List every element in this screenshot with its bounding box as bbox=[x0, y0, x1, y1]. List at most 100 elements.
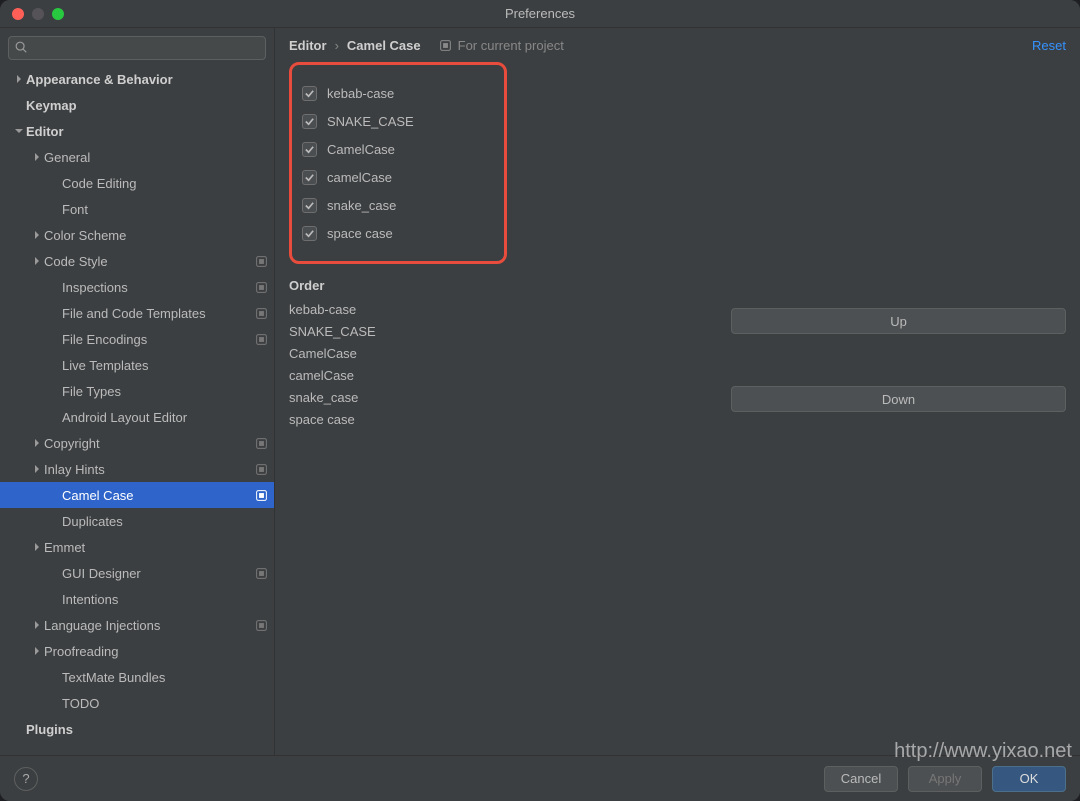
tree-arrow-icon bbox=[30, 647, 44, 655]
sidebar-item[interactable]: Proofreading bbox=[0, 638, 274, 664]
sidebar-item-label: Proofreading bbox=[44, 644, 268, 659]
sidebar: Appearance & Behavior Keymap Editor General… bbox=[0, 28, 275, 755]
sidebar-item[interactable]: Code Editing bbox=[0, 170, 274, 196]
breadcrumb-separator: › bbox=[327, 38, 347, 53]
order-list-item[interactable]: snake_case bbox=[289, 387, 709, 409]
order-list-item[interactable]: SNAKE_CASE bbox=[289, 321, 709, 343]
sidebar-item-label: File Types bbox=[62, 384, 268, 399]
sidebar-item[interactable]: File Types bbox=[0, 378, 274, 404]
content: kebab-caseSNAKE_CASECamelCasecamelCasesn… bbox=[275, 62, 1080, 755]
tree-arrow-icon bbox=[12, 75, 26, 83]
sidebar-item[interactable]: Inlay Hints bbox=[0, 456, 274, 482]
project-scope-icon bbox=[255, 333, 268, 346]
sidebar-item-label: Intentions bbox=[62, 592, 268, 607]
close-window-button[interactable] bbox=[12, 8, 24, 20]
body: Appearance & Behavior Keymap Editor General… bbox=[0, 28, 1080, 755]
project-scope-icon bbox=[255, 255, 268, 268]
project-scope-icon bbox=[255, 567, 268, 580]
sidebar-item[interactable]: TextMate Bundles bbox=[0, 664, 274, 690]
sidebar-item[interactable]: TODO bbox=[0, 690, 274, 716]
order-list-item[interactable]: space case bbox=[289, 409, 709, 431]
apply-button[interactable]: Apply bbox=[908, 766, 982, 792]
sidebar-item[interactable]: Intentions bbox=[0, 586, 274, 612]
preferences-window: Preferences Appearance & BehaviorKeymapE… bbox=[0, 0, 1080, 801]
checkbox-label: camelCase bbox=[327, 170, 392, 185]
order-section: Order kebab-caseSNAKE_CASECamelCasecamel… bbox=[289, 278, 1066, 431]
for-current-project-label: For current project bbox=[458, 38, 564, 53]
sidebar-item-label: Editor bbox=[26, 124, 268, 139]
case-checkbox[interactable]: SNAKE_CASE bbox=[302, 107, 414, 135]
sidebar-item-label: Language Injections bbox=[44, 618, 251, 633]
minimize-window-button[interactable] bbox=[32, 8, 44, 20]
order-buttons: Up Down bbox=[731, 308, 1066, 412]
order-up-button[interactable]: Up bbox=[731, 308, 1066, 334]
sidebar-item[interactable]: Keymap bbox=[0, 92, 274, 118]
order-down-button[interactable]: Down bbox=[731, 386, 1066, 412]
checkbox-icon bbox=[302, 198, 317, 213]
case-checkbox[interactable]: camelCase bbox=[302, 163, 414, 191]
sidebar-item[interactable]: GUI Designer bbox=[0, 560, 274, 586]
case-checkbox[interactable]: snake_case bbox=[302, 191, 414, 219]
project-scope-icon bbox=[255, 619, 268, 632]
sidebar-item[interactable]: File Encodings bbox=[0, 326, 274, 352]
sidebar-item[interactable]: Duplicates bbox=[0, 508, 274, 534]
project-scope-icon bbox=[255, 463, 268, 476]
sidebar-item[interactable]: Android Layout Editor bbox=[0, 404, 274, 430]
sidebar-item[interactable]: Appearance & Behavior bbox=[0, 66, 274, 92]
sidebar-item-label: Inlay Hints bbox=[44, 462, 251, 477]
order-list-item[interactable]: camelCase bbox=[289, 365, 709, 387]
sidebar-item-label: TODO bbox=[62, 696, 268, 711]
settings-tree[interactable]: Appearance & Behavior Keymap Editor General… bbox=[0, 66, 274, 755]
sidebar-item[interactable]: General bbox=[0, 144, 274, 170]
sidebar-item-label: Camel Case bbox=[62, 488, 251, 503]
project-scope-icon bbox=[439, 39, 452, 52]
checkbox-label: snake_case bbox=[327, 198, 396, 213]
checkbox-icon bbox=[302, 142, 317, 157]
sidebar-item[interactable]: Camel Case bbox=[0, 482, 274, 508]
sidebar-item[interactable]: Live Templates bbox=[0, 352, 274, 378]
sidebar-item[interactable]: Inspections bbox=[0, 274, 274, 300]
checkbox-label: CamelCase bbox=[327, 142, 395, 157]
case-checkbox[interactable]: CamelCase bbox=[302, 135, 414, 163]
sidebar-item-label: Emmet bbox=[44, 540, 268, 555]
for-current-project: For current project bbox=[439, 38, 564, 53]
sidebar-item[interactable]: Editor bbox=[0, 118, 274, 144]
case-checkbox[interactable]: space case bbox=[302, 219, 414, 247]
footer: ? Cancel Apply OK bbox=[0, 755, 1080, 801]
search-input[interactable] bbox=[8, 36, 266, 60]
sidebar-item[interactable]: Copyright bbox=[0, 430, 274, 456]
breadcrumb-bar: Editor › Camel Case For current project … bbox=[275, 28, 1080, 62]
sidebar-item-label: Appearance & Behavior bbox=[26, 72, 268, 87]
order-list-item[interactable]: kebab-case bbox=[289, 299, 709, 321]
checkbox-label: space case bbox=[327, 226, 393, 241]
project-scope-icon bbox=[255, 437, 268, 450]
sidebar-item-label: Duplicates bbox=[62, 514, 268, 529]
reset-link[interactable]: Reset bbox=[1032, 38, 1066, 53]
sidebar-item-label: Keymap bbox=[26, 98, 268, 113]
sidebar-item[interactable]: Emmet bbox=[0, 534, 274, 560]
sidebar-item[interactable]: Plugins bbox=[0, 716, 274, 742]
checkbox-icon bbox=[302, 170, 317, 185]
help-button[interactable]: ? bbox=[14, 767, 38, 791]
sidebar-item-label: Color Scheme bbox=[44, 228, 268, 243]
case-checkbox[interactable]: kebab-case bbox=[302, 79, 414, 107]
ok-button[interactable]: OK bbox=[992, 766, 1066, 792]
sidebar-item[interactable]: Font bbox=[0, 196, 274, 222]
sidebar-item[interactable]: Color Scheme bbox=[0, 222, 274, 248]
search-wrap bbox=[0, 28, 274, 66]
main-panel: Editor › Camel Case For current project … bbox=[275, 28, 1080, 755]
sidebar-item[interactable]: Language Injections bbox=[0, 612, 274, 638]
tree-arrow-icon bbox=[30, 621, 44, 629]
window-controls bbox=[0, 8, 64, 20]
tree-arrow-icon bbox=[30, 439, 44, 447]
sidebar-item[interactable]: Code Style bbox=[0, 248, 274, 274]
order-list-item[interactable]: CamelCase bbox=[289, 343, 709, 365]
order-list[interactable]: kebab-caseSNAKE_CASECamelCasecamelCasesn… bbox=[289, 299, 709, 431]
zoom-window-button[interactable] bbox=[52, 8, 64, 20]
sidebar-item[interactable]: File and Code Templates bbox=[0, 300, 274, 326]
sidebar-item-label: General bbox=[44, 150, 268, 165]
breadcrumb-leaf: Camel Case bbox=[347, 38, 421, 53]
order-list-panel: Order kebab-caseSNAKE_CASECamelCasecamel… bbox=[289, 278, 709, 431]
sidebar-item-label: Code Editing bbox=[62, 176, 268, 191]
cancel-button[interactable]: Cancel bbox=[824, 766, 898, 792]
